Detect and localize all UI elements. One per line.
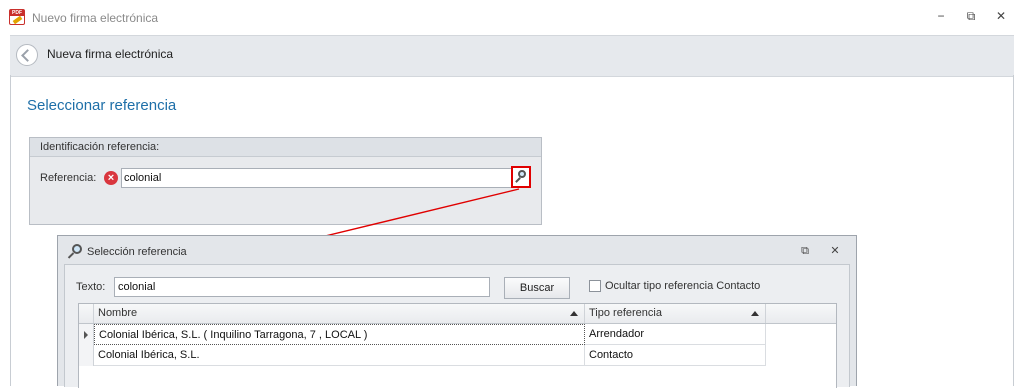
identification-panel: Identificación referencia: Referencia: × xyxy=(29,137,542,225)
content-left-border xyxy=(10,75,11,386)
nav-bar: Nueva firma electrónica xyxy=(10,35,1014,77)
minimize-button[interactable]: − xyxy=(933,8,949,24)
window-title: Nuevo firma electrónica xyxy=(32,11,159,25)
cell-tipo[interactable]: Contacto xyxy=(585,345,766,366)
cell-tipo[interactable]: Arrendador xyxy=(585,324,766,345)
buscar-button[interactable]: Buscar xyxy=(504,277,570,299)
close-button[interactable]: ✕ xyxy=(993,8,1009,24)
back-arrow-icon[interactable] xyxy=(16,44,38,66)
selection-dialog: Selección referencia ⧉ ✕ Texto: Buscar O… xyxy=(57,235,857,388)
cell-nombre[interactable]: Colonial Ibérica, S.L. xyxy=(94,345,585,366)
row-indicator xyxy=(79,324,94,345)
column-header-nombre[interactable]: Nombre xyxy=(94,304,585,323)
grid-header: Nombre Tipo referencia xyxy=(79,304,836,324)
grid-indicator-header xyxy=(79,304,94,323)
nav-title: Nueva firma electrónica xyxy=(47,47,174,61)
hide-contact-checkbox[interactable] xyxy=(589,280,601,292)
dialog-title: Selección referencia xyxy=(87,246,187,258)
dialog-restore-button[interactable]: ⧉ xyxy=(798,244,812,258)
column-header-tipo-label: Tipo referencia xyxy=(589,307,662,319)
reference-label: Referencia: xyxy=(40,172,97,184)
pdf-icon-label: PDF xyxy=(10,10,24,16)
dialog-magnifier-handle xyxy=(67,252,75,259)
dialog-close-button[interactable]: ✕ xyxy=(828,244,842,258)
pen-icon xyxy=(12,15,23,25)
reference-input[interactable] xyxy=(121,168,531,188)
identification-header-label: Identificación referencia: xyxy=(40,141,160,153)
column-header-tipo[interactable]: Tipo referencia xyxy=(585,304,766,323)
search-text-label: Texto: xyxy=(76,281,106,293)
cell-nombre[interactable]: Colonial Ibérica, S.L. ( Inquilino Tarra… xyxy=(94,324,585,345)
hide-contact-checkbox-label[interactable]: Ocultar tipo referencia Contacto xyxy=(605,280,760,292)
row-indicator xyxy=(79,345,94,366)
current-row-icon xyxy=(84,331,88,339)
table-row[interactable]: Colonial Ibérica, S.L. ( Inquilino Tarra… xyxy=(79,324,836,345)
search-text-input[interactable] xyxy=(114,277,490,297)
results-grid: Nombre Tipo referencia Colonial Ibérica,… xyxy=(78,303,837,388)
column-header-nombre-label: Nombre xyxy=(98,307,138,319)
sort-ascending-icon xyxy=(570,311,578,316)
reference-search-button[interactable] xyxy=(511,166,531,188)
content-right-border xyxy=(1013,75,1014,386)
restore-button[interactable]: ⧉ xyxy=(963,8,979,24)
sort-ascending-icon xyxy=(751,311,759,316)
pdf-signature-app-icon: PDF xyxy=(9,9,25,25)
title-bar: PDF Nuevo firma electrónica − ⧉ ✕ xyxy=(0,0,1024,35)
table-row[interactable]: Colonial Ibérica, S.L. Contacto xyxy=(79,345,836,366)
error-icon: × xyxy=(104,171,118,185)
magnifier-handle xyxy=(515,177,521,183)
identification-header: Identificación referencia: xyxy=(30,138,541,157)
page-title: Seleccionar referencia xyxy=(27,97,177,114)
search-icon xyxy=(67,244,83,260)
dialog-body: Texto: Buscar Ocultar tipo referencia Co… xyxy=(64,264,850,388)
